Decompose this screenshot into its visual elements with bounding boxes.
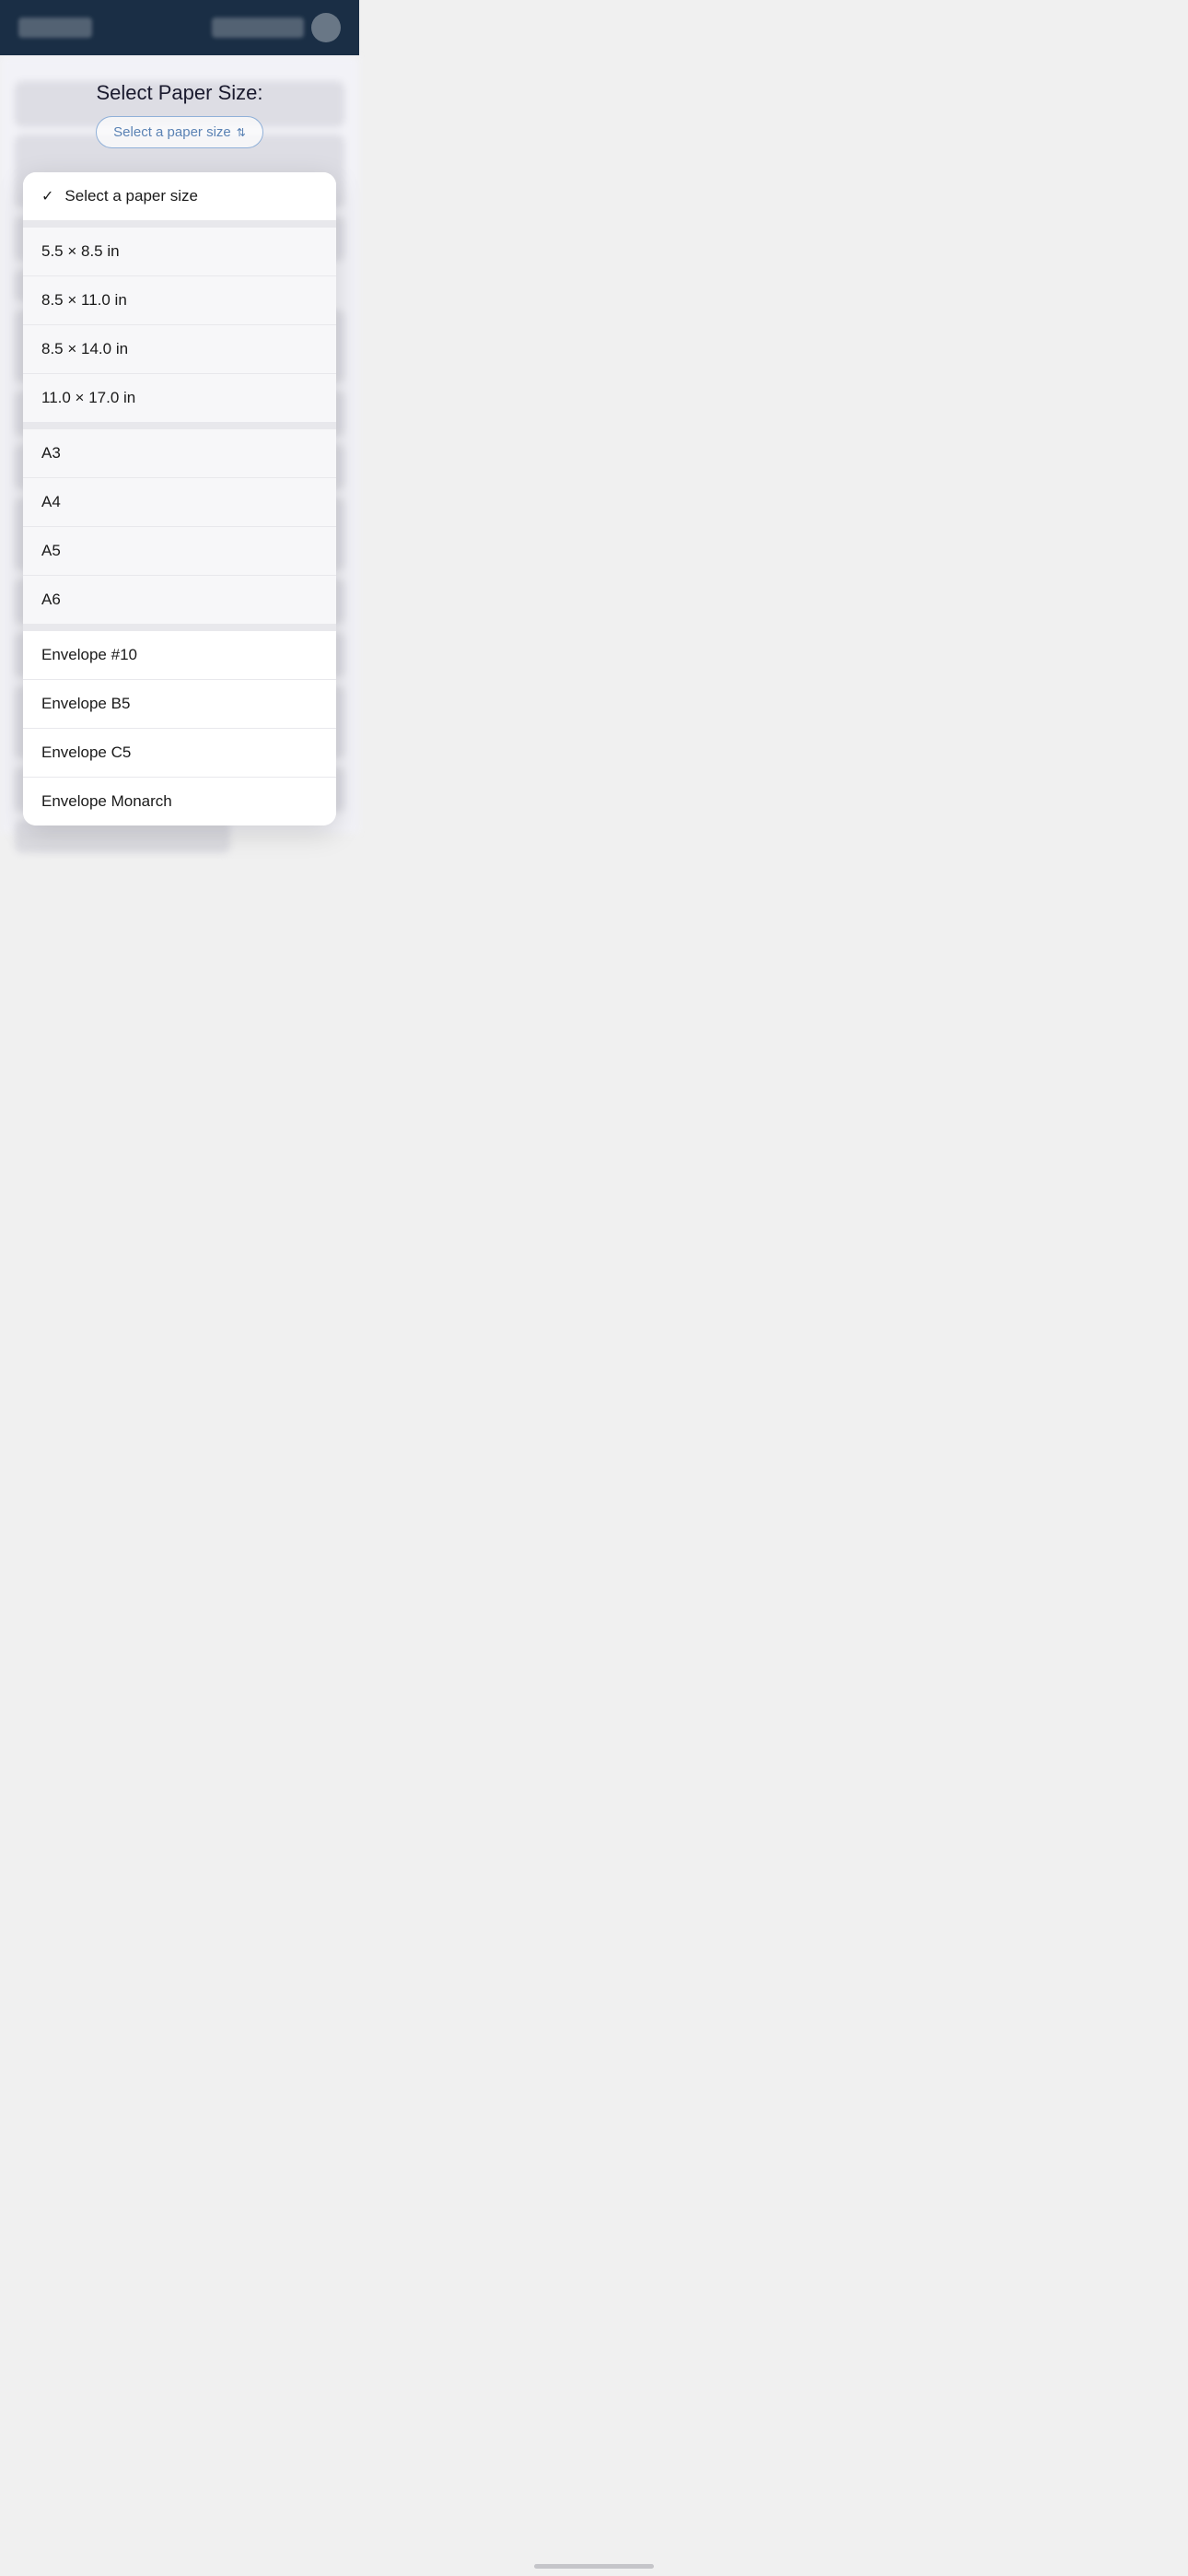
select-arrows-icon: ⇅	[237, 126, 246, 139]
dropdown-menu: Select a paper size 5.5 × 8.5 in 8.5 × 1…	[23, 172, 336, 825]
home-indicator	[534, 2564, 654, 2569]
dropdown-item-a3[interactable]: A3	[23, 429, 336, 478]
select-button-label: Select a paper size	[113, 124, 231, 140]
nav-bar	[0, 0, 359, 55]
dropdown-item-8x14-label: 8.5 × 14.0 in	[41, 340, 128, 358]
dropdown-item-8x11-label: 8.5 × 11.0 in	[41, 291, 127, 310]
dropdown-item-11x17[interactable]: 11.0 × 17.0 in	[23, 374, 336, 422]
dropdown-item-11x17-label: 11.0 × 17.0 in	[41, 389, 135, 407]
dropdown-item-envc5[interactable]: Envelope C5	[23, 729, 336, 778]
dropdown-item-a6[interactable]: A6	[23, 576, 336, 624]
dropdown-item-a4[interactable]: A4	[23, 478, 336, 527]
paper-size-title: Select Paper Size:	[96, 81, 263, 105]
nav-logo	[18, 18, 92, 38]
nav-right	[212, 13, 341, 42]
dropdown-item-envc5-label: Envelope C5	[41, 744, 131, 762]
dropdown-item-a3-label: A3	[41, 444, 61, 463]
dropdown-section-us: 5.5 × 8.5 in 8.5 × 11.0 in 8.5 × 14.0 in…	[23, 220, 336, 422]
dropdown-item-a4-label: A4	[41, 493, 61, 511]
dropdown-item-5x8[interactable]: 5.5 × 8.5 in	[23, 228, 336, 276]
paper-size-select-button[interactable]: Select a paper size ⇅	[96, 116, 263, 148]
dropdown-item-default[interactable]: Select a paper size	[23, 172, 336, 220]
dropdown-item-8x11[interactable]: 8.5 × 11.0 in	[23, 276, 336, 325]
dropdown-item-default-label: Select a paper size	[64, 187, 198, 205]
main-content: Select Paper Size: Select a paper size ⇅…	[0, 55, 359, 833]
dropdown-item-envmonarch[interactable]: Envelope Monarch	[23, 778, 336, 825]
dropdown-item-a6-label: A6	[41, 591, 61, 609]
dropdown-item-env10-label: Envelope #10	[41, 646, 137, 664]
nav-avatar[interactable]	[311, 13, 341, 42]
dropdown-section-iso: A3 A4 A5 A6	[23, 422, 336, 624]
dropdown-item-envmonarch-label: Envelope Monarch	[41, 792, 172, 811]
overlay-layer: Select Paper Size: Select a paper size ⇅…	[0, 55, 359, 833]
dropdown-item-envb5[interactable]: Envelope B5	[23, 680, 336, 729]
paper-size-header: Select Paper Size: Select a paper size ⇅	[96, 81, 263, 148]
dropdown-item-a5-label: A5	[41, 542, 61, 560]
dropdown-item-5x8-label: 5.5 × 8.5 in	[41, 242, 120, 261]
dropdown-section-envelope: Envelope #10 Envelope B5 Envelope C5 Env…	[23, 624, 336, 825]
dropdown-item-8x14[interactable]: 8.5 × 14.0 in	[23, 325, 336, 374]
dropdown-item-env10[interactable]: Envelope #10	[23, 631, 336, 680]
dropdown-section-default: Select a paper size	[23, 172, 336, 220]
nav-user-label	[212, 18, 304, 38]
dropdown-item-a5[interactable]: A5	[23, 527, 336, 576]
dropdown-item-envb5-label: Envelope B5	[41, 695, 130, 713]
